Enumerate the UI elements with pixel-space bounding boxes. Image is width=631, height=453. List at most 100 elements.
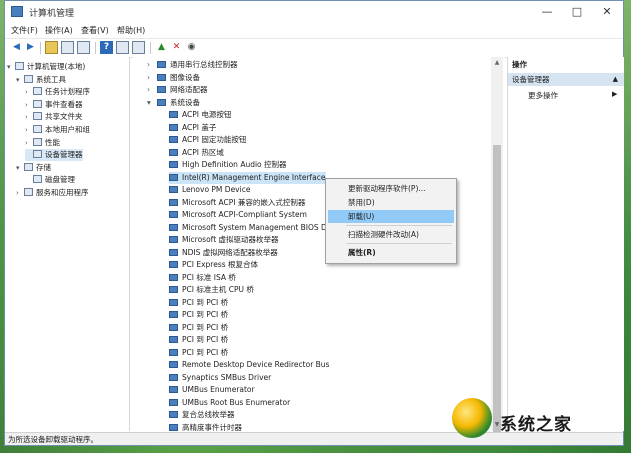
device-item[interactable]: ACPI 固定功能按钮 — [169, 134, 246, 146]
minimize-button[interactable]: — — [533, 3, 561, 20]
chevron-right-icon[interactable]: › — [25, 99, 33, 111]
device-label: ACPI 热区域 — [182, 147, 224, 157]
chevron-right-icon[interactable]: › — [25, 111, 33, 123]
device-item[interactable]: High Definition Audio 控制器 — [169, 159, 287, 171]
forward-arrow-icon[interactable]: ▶ — [24, 41, 37, 54]
chevron-down-icon[interactable]: ▾ — [147, 97, 157, 109]
device-item[interactable]: Microsoft ACPI-Compliant System — [169, 209, 307, 221]
device-item[interactable]: Microsoft System Management BIOS D — [169, 222, 327, 234]
tree-node-icon — [33, 112, 42, 121]
tree-item[interactable]: › 任务计划程序 — [25, 86, 90, 98]
menu-properties[interactable]: 属性(R) — [328, 246, 454, 259]
device-item[interactable]: Remote Desktop Device Redirector Bus — [169, 359, 329, 371]
device-label: UMBus Root Bus Enumerator — [182, 397, 291, 407]
menu-file[interactable]: 文件(F) — [11, 25, 38, 36]
device-item[interactable]: NDIS 虚拟网络适配器枚举器 — [169, 247, 278, 259]
menu-help[interactable]: 帮助(H) — [117, 25, 145, 36]
chevron-down-icon[interactable]: ▾ — [16, 74, 24, 86]
up-folder-icon[interactable] — [45, 41, 58, 54]
tree-item-label: 性能 — [45, 137, 60, 147]
chevron-right-icon[interactable]: › — [25, 124, 33, 136]
scroll-up-icon[interactable]: ▲ — [493, 59, 501, 67]
show-hide-tree-icon[interactable] — [61, 41, 74, 54]
device-item[interactable]: Synaptics SMBus Driver — [169, 372, 271, 384]
download-icon[interactable]: ◉ — [185, 41, 198, 54]
tree-item[interactable]: ▾ 存储 — [16, 162, 51, 174]
chevron-right-icon[interactable]: › — [147, 84, 157, 96]
device-item[interactable]: Lenovo PM Device — [169, 184, 250, 196]
vertical-scrollbar[interactable]: ▲ ▼ — [491, 57, 503, 435]
toolbar-separator — [150, 42, 151, 54]
device-category[interactable]: › 图像设备 — [147, 72, 200, 84]
menu-separator — [346, 243, 452, 244]
tree-item-label: 磁盘管理 — [45, 175, 75, 185]
device-item[interactable]: PCI 标准主机 CPU 桥 — [169, 284, 254, 296]
update-driver-icon[interactable]: ▲ — [155, 41, 168, 54]
chevron-right-icon[interactable]: › — [25, 86, 33, 98]
device-item[interactable]: ACPI 盖子 — [169, 122, 216, 134]
menu-action[interactable]: 操作(A) — [45, 25, 73, 36]
menu-view[interactable]: 查看(V) — [81, 25, 109, 36]
device-item[interactable]: Intel(R) Management Engine Interface — [169, 171, 326, 184]
device-label: Microsoft ACPI-Compliant System — [182, 210, 307, 219]
help-icon[interactable]: ? — [100, 41, 113, 54]
tree-node-icon — [33, 175, 42, 184]
back-arrow-icon[interactable]: ◀ — [10, 41, 23, 54]
device-item[interactable]: PCI 到 PCI 桥 — [169, 309, 228, 321]
tree-item-label: 系统工具 — [36, 74, 66, 84]
tree-item[interactable]: ▾ 计算机管理(本地) — [7, 61, 85, 73]
actions-section-device-manager[interactable]: 设备管理器 ▲ — [508, 73, 624, 86]
computer-management-window: 计算机管理 — □ ✕ 文件(F) 操作(A) 查看(V) 帮助(H) ◀ ▶ … — [4, 0, 624, 446]
close-button[interactable]: ✕ — [593, 3, 621, 20]
tree-item[interactable]: › 事件查看器 — [25, 99, 83, 111]
device-item[interactable]: UMBus Enumerator — [169, 384, 255, 396]
properties-icon[interactable] — [77, 41, 90, 54]
device-item[interactable]: PCI 到 PCI 桥 — [169, 322, 228, 334]
tree-item[interactable]: › 共享文件夹 — [25, 111, 83, 123]
device-item[interactable]: PCI 到 PCI 桥 — [169, 347, 228, 359]
chevron-down-icon[interactable]: ▾ — [7, 61, 15, 73]
device-label: 高精度事件计时器 — [182, 422, 242, 432]
device-item[interactable]: ACPI 电源按钮 — [169, 109, 231, 121]
menu-disable[interactable]: 禁用(D) — [328, 196, 454, 209]
device-item[interactable]: PCI 到 PCI 桥 — [169, 334, 228, 346]
chevron-right-icon[interactable]: › — [147, 59, 157, 71]
monitor-icon[interactable] — [132, 41, 145, 54]
menu-scan-hardware[interactable]: 扫描检测硬件改动(A) — [328, 228, 454, 241]
device-category-label: 图像设备 — [170, 72, 200, 82]
collapse-up-icon[interactable]: ▲ — [613, 73, 618, 86]
device-item[interactable]: ACPI 热区域 — [169, 147, 224, 159]
chevron-right-icon[interactable]: › — [16, 187, 24, 199]
device-label: Microsoft 虚拟驱动器枚举器 — [182, 235, 279, 244]
tree-item[interactable]: › 服务和应用程序 — [16, 187, 89, 199]
chevron-down-icon[interactable]: ▾ — [16, 162, 24, 174]
menu-uninstall[interactable]: 卸载(U) — [328, 210, 454, 223]
tree-item[interactable]: 磁盘管理 — [25, 174, 75, 186]
device-category[interactable]: › 网络适配器 — [147, 84, 208, 96]
tree-item[interactable]: 设备管理器 — [25, 149, 83, 162]
view-icon[interactable] — [116, 41, 129, 54]
device-icon — [169, 423, 178, 431]
tree-item[interactable]: › 性能 — [25, 137, 60, 149]
tree-item[interactable]: ▾ 系统工具 — [16, 74, 66, 86]
device-item[interactable]: Microsoft ACPI 兼容的嵌入式控制器 — [169, 197, 305, 209]
chevron-right-icon[interactable]: › — [147, 72, 157, 84]
scroll-thumb[interactable] — [493, 145, 501, 435]
device-category[interactable]: ▾ 系统设备 — [147, 97, 200, 109]
device-icon — [169, 198, 178, 206]
tree-item[interactable]: › 本地用户和组 — [25, 124, 90, 136]
device-item[interactable]: PCI 到 PCI 桥 — [169, 297, 228, 309]
uninstall-x-icon[interactable]: ✕ — [170, 41, 183, 54]
device-item[interactable]: Microsoft 虚拟驱动器枚举器 — [169, 234, 279, 246]
device-item[interactable]: PCI Express 根复合体 — [169, 259, 258, 271]
chevron-right-icon[interactable]: › — [25, 137, 33, 149]
device-item[interactable]: UMBus Root Bus Enumerator — [169, 397, 290, 409]
title-bar: 计算机管理 — □ ✕ — [5, 1, 623, 24]
device-category[interactable]: › 通用串行总线控制器 — [147, 59, 238, 71]
device-item[interactable]: 复合总线枚举器 — [169, 409, 235, 421]
menu-update-driver[interactable]: 更新驱动程序软件(P)... — [328, 182, 454, 195]
more-actions-link[interactable]: 更多操作 ▶ — [528, 90, 617, 101]
tree-item-label: 服务和应用程序 — [36, 188, 89, 197]
maximize-button[interactable]: □ — [563, 3, 591, 20]
device-item[interactable]: PCI 标准 ISA 桥 — [169, 272, 236, 284]
